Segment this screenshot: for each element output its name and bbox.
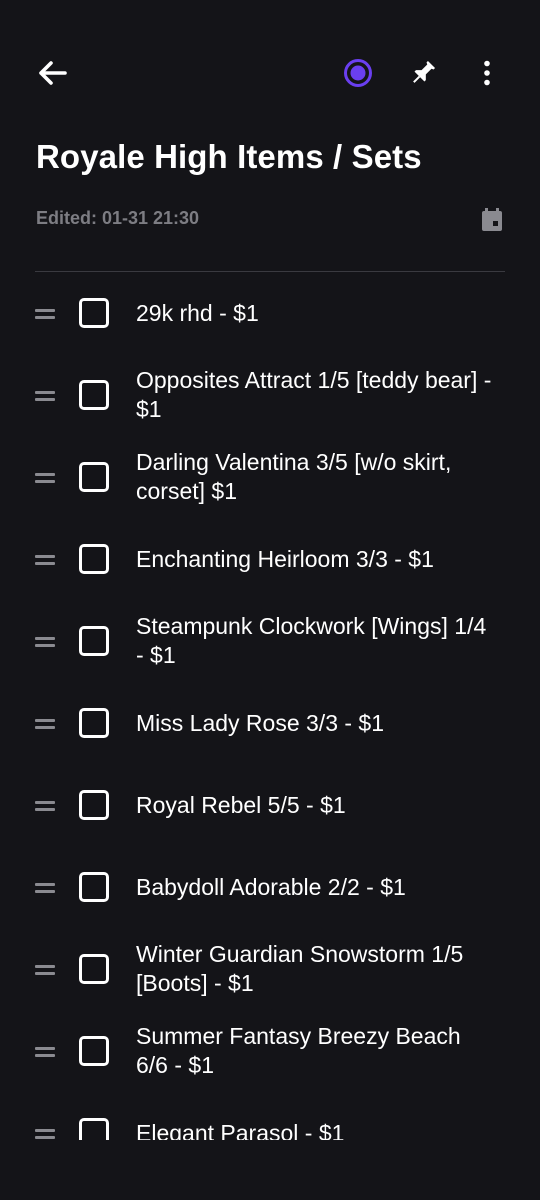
list-item: Miss Lady Rose 3/3 - $1 — [0, 683, 540, 765]
item-checkbox[interactable] — [79, 544, 109, 574]
radio-record-icon — [344, 59, 372, 87]
list-item: Winter Guardian Snowstorm 1/5 [Boots] - … — [0, 929, 540, 1011]
drag-handle-icon[interactable] — [35, 471, 55, 485]
item-text[interactable]: Elegant Parasol - $1 — [136, 1119, 496, 1140]
list-item: Steampunk Clockwork [Wings] 1/4 - $1 — [0, 601, 540, 683]
item-text[interactable]: Steampunk Clockwork [Wings] 1/4 - $1 — [136, 612, 496, 670]
list-item: Babydoll Adorable 2/2 - $1 — [0, 847, 540, 929]
item-checkbox[interactable] — [79, 462, 109, 492]
pin-icon — [413, 60, 436, 83]
calendar-icon — [482, 208, 502, 231]
drag-handle-icon[interactable] — [35, 1127, 55, 1140]
item-text[interactable]: Summer Fantasy Breezy Beach 6/6 - $1 — [136, 1022, 496, 1080]
item-text[interactable]: 29k rhd - $1 — [136, 299, 496, 328]
list-item: Enchanting Heirloom 3/3 - $1 — [0, 519, 540, 601]
item-text[interactable]: Winter Guardian Snowstorm 1/5 [Boots] - … — [136, 940, 496, 998]
item-text[interactable]: Opposites Attract 1/5 [teddy bear] - $1 — [136, 366, 496, 424]
item-checkbox[interactable] — [79, 790, 109, 820]
drag-handle-icon[interactable] — [35, 553, 55, 567]
item-checkbox[interactable] — [79, 380, 109, 410]
item-checkbox[interactable] — [79, 626, 109, 656]
header-divider — [35, 271, 505, 272]
more-options-button[interactable] — [463, 49, 511, 97]
item-checkbox[interactable] — [79, 298, 109, 328]
record-button[interactable] — [334, 49, 382, 97]
top-toolbar — [0, 0, 540, 140]
drag-handle-icon[interactable] — [35, 307, 55, 321]
drag-handle-icon[interactable] — [35, 963, 55, 977]
item-text[interactable]: Babydoll Adorable 2/2 - $1 — [136, 873, 496, 902]
arrow-left-icon — [39, 61, 67, 85]
drag-handle-icon[interactable] — [35, 1045, 55, 1059]
drag-handle-icon[interactable] — [35, 635, 55, 649]
item-checkbox[interactable] — [79, 872, 109, 902]
drag-handle-icon[interactable] — [35, 389, 55, 403]
more-vertical-icon — [484, 60, 490, 86]
drag-handle-icon[interactable] — [35, 717, 55, 731]
item-text[interactable]: Miss Lady Rose 3/3 - $1 — [136, 709, 496, 738]
list-item: Summer Fantasy Breezy Beach 6/6 - $1 — [0, 1011, 540, 1093]
item-checkbox[interactable] — [79, 954, 109, 984]
checklist: 29k rhd - $1 Opposites Attract 1/5 [teddy… — [0, 273, 540, 1140]
item-checkbox[interactable] — [79, 708, 109, 738]
list-item: 29k rhd - $1 — [0, 273, 540, 355]
item-text[interactable]: Enchanting Heirloom 3/3 - $1 — [136, 545, 496, 574]
drag-handle-icon[interactable] — [35, 799, 55, 813]
edited-timestamp: Edited: 01-31 21:30 — [36, 208, 200, 228]
item-text[interactable]: Darling Valentina 3/5 [w/o skirt, corset… — [136, 448, 496, 506]
pin-button[interactable] — [399, 49, 447, 97]
drag-handle-icon[interactable] — [35, 881, 55, 895]
item-checkbox[interactable] — [79, 1118, 109, 1140]
list-item: Royal Rebel 5/5 - $1 — [0, 765, 540, 847]
item-checkbox[interactable] — [79, 1036, 109, 1066]
list-item: Elegant Parasol - $1 — [0, 1093, 540, 1140]
back-button[interactable] — [28, 49, 76, 97]
list-item: Opposites Attract 1/5 [teddy bear] - $1 — [0, 355, 540, 437]
item-text[interactable]: Royal Rebel 5/5 - $1 — [136, 791, 496, 820]
list-item: Darling Valentina 3/5 [w/o skirt, corset… — [0, 437, 540, 519]
note-title[interactable]: Royale High Items / Sets — [36, 138, 422, 176]
calendar-button[interactable] — [470, 200, 514, 240]
